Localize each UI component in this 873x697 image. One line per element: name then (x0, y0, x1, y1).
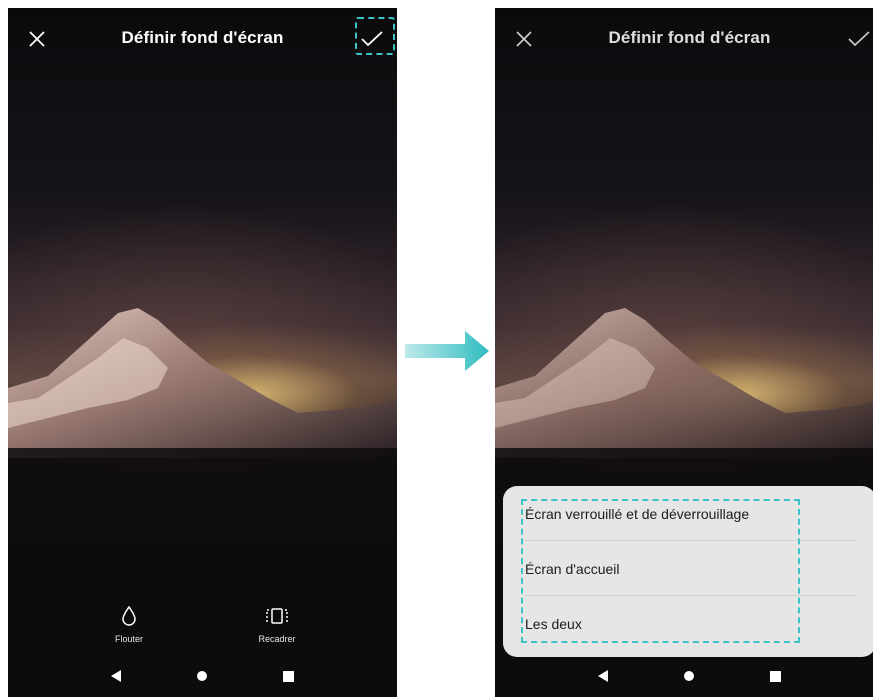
back-button[interactable] (106, 668, 126, 684)
page-title: Définir fond d'écran (121, 28, 284, 47)
confirm-button[interactable] (355, 22, 389, 56)
confirm-button[interactable] (842, 22, 873, 56)
back-triangle-icon (598, 670, 608, 682)
top-bar: Définir fond d'écran (8, 8, 397, 70)
crop-icon (266, 608, 288, 624)
back-button[interactable] (593, 668, 613, 684)
blur-drop-icon (122, 605, 136, 626)
recent-square-icon (282, 670, 294, 682)
crop-label: Recadrer (258, 634, 296, 644)
transition-arrow-icon (405, 331, 489, 371)
recent-apps-button[interactable] (765, 668, 785, 684)
page-title: Définir fond d'écran (608, 28, 771, 47)
back-triangle-icon (111, 670, 121, 682)
highlight-box (521, 499, 800, 643)
blur-button[interactable]: Flouter (89, 605, 169, 644)
wallpaper-preview-screen-right: Définir fond d'écran Écran verrouillé et… (495, 8, 873, 697)
crop-button[interactable]: Recadrer (237, 606, 317, 644)
navigation-bar (495, 655, 873, 697)
wallpaper-target-sheet: Écran verrouillé et de déverrouillage Éc… (503, 486, 873, 657)
home-circle-icon (197, 671, 207, 681)
blur-label: Flouter (114, 634, 143, 644)
check-icon (361, 31, 383, 47)
top-bar: Définir fond d'écran (495, 8, 873, 70)
recent-square-icon (769, 670, 781, 682)
check-icon (848, 31, 870, 47)
navigation-bar (8, 655, 397, 697)
home-circle-icon (684, 671, 694, 681)
mountain-wallpaper (8, 308, 397, 697)
edit-toolbar: Flouter Recadrer (8, 605, 397, 656)
home-button[interactable] (192, 668, 212, 684)
home-button[interactable] (679, 668, 699, 684)
recent-apps-button[interactable] (278, 668, 298, 684)
wallpaper-preview-screen-left: Définir fond d'écran Flouter Recadrer (8, 8, 397, 697)
